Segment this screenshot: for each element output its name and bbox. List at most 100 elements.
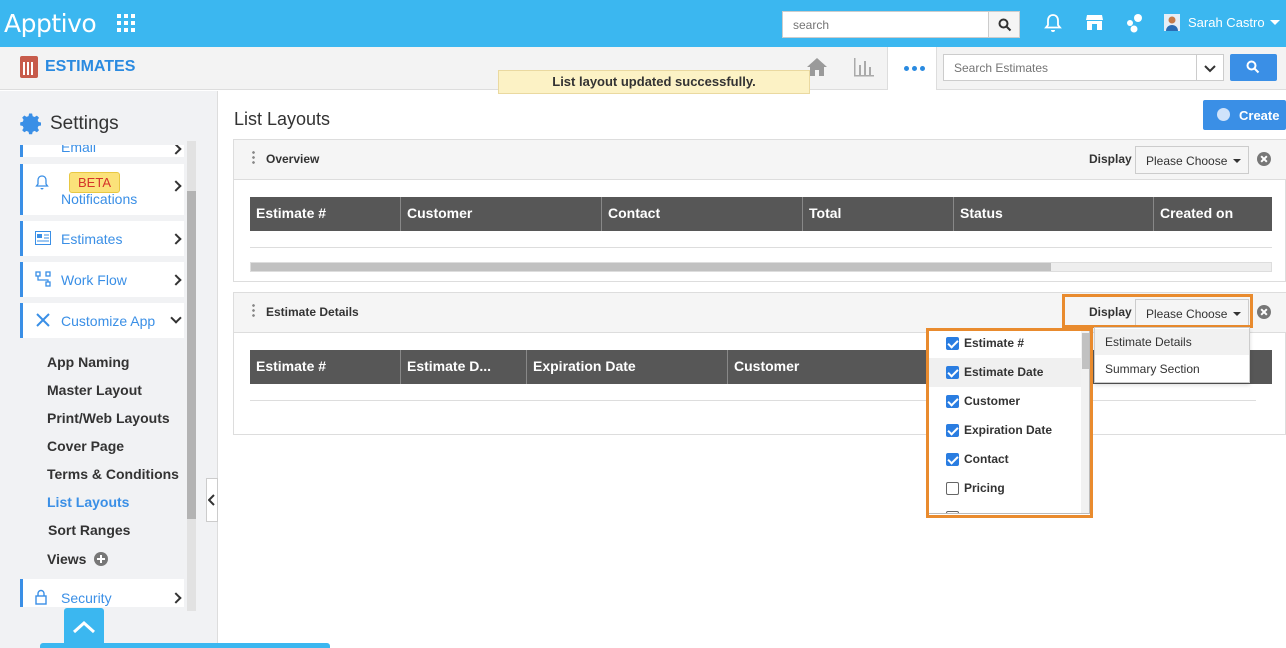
submenu-views-label: Views	[47, 551, 87, 567]
sidebar-item-estimates[interactable]: Estimates	[20, 221, 184, 256]
beta-badge: BETA	[69, 172, 120, 193]
sidebar-scrollbar-thumb[interactable]	[187, 191, 196, 519]
display-select-value: Please Choose	[1146, 154, 1228, 168]
chevron-right-icon	[170, 180, 182, 192]
user-avatar-icon[interactable]	[1164, 14, 1180, 31]
chevron-down-icon	[1204, 65, 1216, 73]
more-dots-icon	[904, 66, 925, 71]
column-header[interactable]: Created on	[1154, 197, 1272, 231]
chevron-down-icon[interactable]	[1270, 20, 1280, 25]
close-icon[interactable]	[1257, 305, 1271, 319]
sidebar-item-label: Estimates	[61, 231, 123, 247]
sidebar-item-label: Email	[61, 145, 97, 155]
sidebar-item-label: Customize App	[61, 313, 156, 329]
caret-down-icon	[1233, 159, 1241, 163]
success-toast: List layout updated successfully.	[498, 70, 810, 94]
workflow-icon	[35, 271, 51, 287]
column-header[interactable]: Total	[803, 197, 954, 231]
top-navigation-bar: Apptivo Sarah Castro	[0, 0, 1286, 47]
display-option-summary-section[interactable]: Summary Section	[1105, 362, 1200, 376]
chevron-left-icon	[208, 494, 215, 506]
settings-title: Settings	[50, 113, 119, 134]
chevron-down-icon	[170, 312, 182, 324]
column-header[interactable]: Contact	[602, 197, 803, 231]
submenu-terms-conditions[interactable]: Terms & Conditions	[47, 466, 179, 482]
sidebar-item-customize-app[interactable]: Customize App	[20, 303, 184, 338]
apptivo-logo[interactable]: Apptivo	[4, 9, 97, 38]
submenu-views[interactable]: Views	[47, 550, 109, 567]
submenu-list-layouts[interactable]: List Layouts	[47, 494, 129, 510]
table-divider	[250, 247, 1272, 248]
display-label: Display	[1089, 152, 1132, 166]
gear-icon	[20, 113, 41, 135]
bar-chart-icon[interactable]	[852, 56, 876, 78]
display-option-estimate-details[interactable]: Estimate Details	[1105, 335, 1192, 349]
scroll-top-button[interactable]	[64, 608, 104, 648]
search-icon	[998, 18, 1012, 32]
chevron-right-icon	[170, 233, 182, 245]
collapse-sidebar-button[interactable]	[206, 478, 218, 522]
panel-title: Overview	[266, 152, 320, 166]
plus-circle-icon	[1217, 108, 1230, 121]
layout-panel-overview: Overview Display Please Choose Estimate …	[233, 139, 1286, 282]
display-options-menu: Estimate Details Summary Section	[1094, 327, 1250, 383]
submenu-master-layout[interactable]: Master Layout	[47, 382, 142, 398]
chevron-right-icon	[170, 592, 182, 604]
tools-icon	[36, 313, 50, 327]
drag-handle-icon[interactable]	[252, 150, 255, 164]
chevron-right-icon	[170, 145, 182, 155]
chevron-right-icon	[170, 274, 182, 286]
app-grid-icon[interactable]	[117, 14, 135, 32]
column-header[interactable]: Expiration Date	[527, 350, 728, 384]
search-filter-dropdown[interactable]	[1196, 54, 1224, 81]
add-circle-icon[interactable]	[94, 552, 109, 566]
submenu-cover-page[interactable]: Cover Page	[47, 438, 124, 454]
sidebar-item-security[interactable]: Security	[20, 579, 184, 607]
chevron-up-icon	[72, 620, 96, 634]
create-label: Create	[1239, 108, 1280, 123]
drag-handle-icon[interactable]	[252, 303, 255, 317]
table-header: Estimate # Customer Contact Total Status…	[250, 197, 1272, 231]
column-header[interactable]: Estimate #	[250, 350, 401, 384]
user-name[interactable]: Sarah Castro	[1188, 15, 1265, 30]
checklist-highlight-outline	[926, 328, 1093, 518]
table-divider	[250, 400, 1256, 401]
app-title[interactable]: ESTIMATES	[45, 58, 135, 76]
column-header[interactable]: Estimate #	[250, 197, 401, 231]
sidebar-item-notifications[interactable]: BETA Notifications	[20, 164, 184, 215]
panel-header: Overview Display Please Choose	[234, 140, 1286, 180]
sidebar-item-email[interactable]: Email	[20, 145, 184, 157]
submenu-sort-ranges[interactable]: Sort Ranges	[48, 522, 130, 538]
settings-sidebar: Settings Email BETA Notifications Estima…	[0, 91, 330, 648]
sidebar-item-label: Work Flow	[61, 272, 127, 288]
column-header[interactable]: Customer	[401, 197, 602, 231]
estimates-search-input[interactable]	[943, 54, 1197, 81]
bell-icon	[35, 175, 49, 190]
lock-icon	[35, 589, 47, 605]
estimates-icon	[35, 231, 51, 245]
horizontal-scrollbar[interactable]	[250, 262, 1272, 272]
display-select[interactable]: Please Choose	[1135, 146, 1249, 174]
global-search-input[interactable]	[782, 11, 989, 38]
settings-heading: Settings	[20, 112, 119, 136]
column-header[interactable]: Estimate D...	[401, 350, 527, 384]
horizontal-scrollbar-thumb[interactable]	[251, 263, 1051, 271]
search-icon	[1246, 60, 1260, 74]
estimates-search-button[interactable]	[1230, 54, 1277, 81]
column-header[interactable]: Status	[954, 197, 1154, 231]
page-title: List Layouts	[234, 109, 331, 129]
bell-icon[interactable]	[1044, 13, 1062, 33]
close-icon[interactable]	[1257, 152, 1271, 166]
create-button[interactable]: Create	[1203, 100, 1286, 130]
global-search-button[interactable]	[988, 11, 1020, 38]
store-icon[interactable]	[1085, 13, 1104, 32]
estimates-app-icon	[20, 56, 38, 78]
sidebar-item-label: Notifications	[61, 191, 138, 207]
sidebar-item-label: Security	[61, 590, 112, 606]
submenu-print-web-layouts[interactable]: Print/Web Layouts	[47, 410, 170, 426]
collaboration-icon[interactable]	[1125, 13, 1144, 33]
sidebar-item-workflow[interactable]: Work Flow	[20, 262, 184, 297]
submenu-app-naming[interactable]: App Naming	[47, 354, 129, 370]
panel-title: Estimate Details	[266, 305, 359, 319]
more-options-button[interactable]	[887, 47, 937, 90]
